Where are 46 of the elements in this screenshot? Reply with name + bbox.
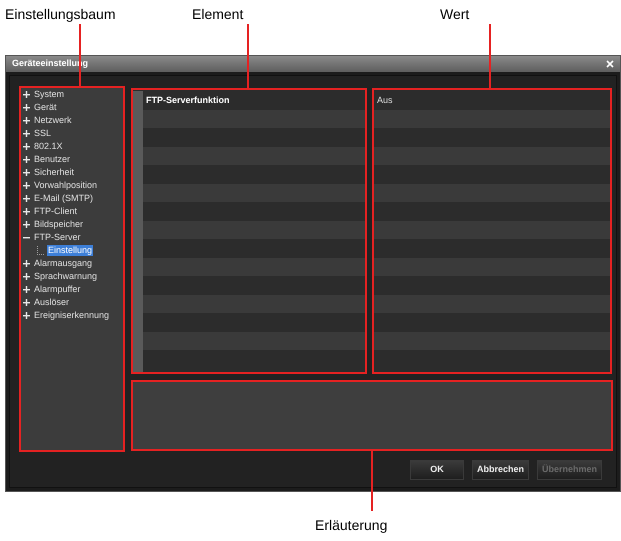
plus-icon[interactable] [23, 143, 30, 150]
tree-connector-icon [37, 246, 44, 255]
plus-icon[interactable] [23, 117, 30, 124]
tree-item[interactable]: Einstellung [47, 245, 94, 256]
callout-label: Erläuterung [315, 516, 388, 535]
tree-item[interactable]: 802.1X [33, 141, 64, 152]
plus-icon[interactable] [23, 156, 30, 163]
tree-item[interactable]: Sprachwarnung [33, 271, 98, 282]
plus-icon[interactable] [23, 273, 30, 280]
plus-icon[interactable] [23, 260, 30, 267]
tree-item[interactable]: FTP-Server [33, 232, 82, 243]
dialog-button[interactable]: OK [410, 460, 464, 480]
close-icon[interactable] [606, 60, 614, 68]
callout-label: Element [192, 5, 244, 24]
plus-icon[interactable] [23, 221, 30, 228]
tree-item[interactable]: E-Mail (SMTP) [33, 193, 94, 204]
plus-icon[interactable] [23, 299, 30, 306]
tree-item[interactable]: Alarmpuffer [33, 284, 82, 295]
plus-icon[interactable] [23, 208, 30, 215]
plus-icon[interactable] [23, 130, 30, 137]
plus-icon[interactable] [23, 91, 30, 98]
minus-icon[interactable] [23, 234, 30, 241]
tree-item[interactable]: System [33, 89, 66, 100]
plus-icon[interactable] [23, 169, 30, 176]
plus-icon[interactable] [23, 195, 30, 202]
tree-item[interactable]: Netzwerk [33, 115, 73, 126]
leader-line [371, 449, 373, 511]
tree-item[interactable]: Gerät [33, 102, 58, 113]
tree-item[interactable]: Vorwahlposition [33, 180, 98, 191]
tree-item[interactable]: Alarmausgang [33, 258, 94, 269]
tree-item[interactable]: Benutzer [33, 154, 72, 165]
tree-item[interactable]: FTP-Client [33, 206, 78, 217]
callout-label: Wert [440, 5, 470, 24]
tree-item[interactable]: Sicherheit [33, 167, 76, 178]
plus-icon[interactable] [23, 286, 30, 293]
dialog-button[interactable]: Abbrechen [472, 460, 529, 480]
table-cell-text: FTP-Serverfunktion [146, 94, 230, 106]
tree-item[interactable]: SSL [33, 128, 52, 139]
plus-icon[interactable] [23, 104, 30, 111]
callout-label: Einstellungsbaum [5, 5, 116, 24]
plus-icon[interactable] [23, 312, 30, 319]
tree-item[interactable]: Ereigniserkennung [33, 310, 110, 321]
tree-item[interactable]: Auslöser [33, 297, 70, 308]
plus-icon[interactable] [23, 182, 30, 189]
table-cell-text: Aus [377, 94, 393, 106]
tree-item[interactable]: Bildspeicher [33, 219, 84, 230]
